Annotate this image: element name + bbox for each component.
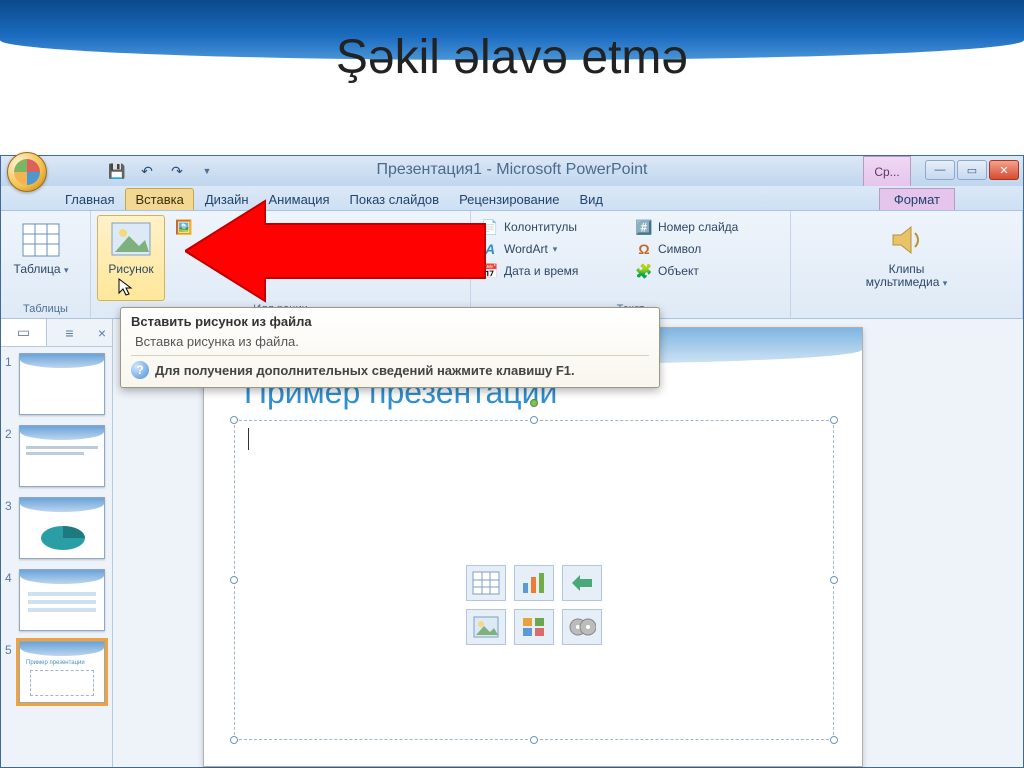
insert-table-icon[interactable] — [466, 565, 506, 601]
speaker-icon — [885, 220, 929, 260]
symbol-icon: Ω — [635, 240, 653, 258]
symbol-label: Символ — [658, 242, 701, 256]
insert-chart-icon[interactable] — [514, 565, 554, 601]
contextual-tab-label: Ср... — [863, 156, 911, 186]
media-clips-button[interactable]: Клипы мультимедиа ▾ — [852, 215, 962, 301]
picture-label: Рисунок — [108, 263, 153, 276]
slide-canvas[interactable]: Пример презентации — [203, 327, 863, 767]
presentation-title: Şəkil əlavə etmə — [0, 30, 1024, 85]
content-placeholder[interactable] — [234, 420, 834, 740]
ribbon-group-media: Клипы мультимедиа ▾ — [791, 211, 1023, 318]
table-button[interactable]: Таблица ▾ — [7, 215, 75, 301]
thumb-num-2: 2 — [5, 425, 15, 441]
help-icon: ? — [131, 361, 149, 379]
tab-format[interactable]: Формат — [879, 188, 955, 210]
tooltip-help-text: Для получения дополнительных сведений на… — [155, 363, 575, 378]
placeholder-insert-icons — [466, 565, 602, 645]
tooltip-body: Вставка рисунка из файла. — [131, 334, 649, 349]
thumb-num-1: 1 — [5, 353, 15, 369]
thumb-num-5: 5 — [5, 641, 15, 657]
presentation-header: Şəkil əlavə etmə — [0, 0, 1024, 155]
insert-smartart-icon[interactable] — [562, 565, 602, 601]
date-time-button[interactable]: 📅Дата и время — [477, 261, 627, 281]
thumbnail-4[interactable] — [19, 569, 105, 631]
thumbnail-list: 1 2 3 4 — [1, 347, 112, 709]
close-button[interactable]: ✕ — [989, 160, 1019, 180]
thumbnail-3[interactable] — [19, 497, 105, 559]
pane-tabs: ▭ ≡ × — [1, 319, 112, 347]
thumb-row-1[interactable]: 1 — [5, 353, 108, 415]
window-controls: — ▭ ✕ — [925, 160, 1019, 180]
ribbon-group-tables: Таблица ▾ Таблицы — [1, 211, 91, 318]
wordart-button[interactable]: AWordArt ▾ — [477, 239, 627, 259]
object-label: Объект — [658, 264, 699, 278]
group-label-media — [797, 301, 1016, 318]
insert-clipart-icon[interactable] — [514, 609, 554, 645]
text-caret — [248, 428, 249, 450]
titlebar: 💾 ↶ ↷ ▼ Презентация1 - Microsoft PowerPo… — [1, 156, 1023, 186]
thumbnail-2[interactable] — [19, 425, 105, 487]
object-icon: 🧩 — [635, 262, 653, 280]
picture-button[interactable]: Рисунок — [97, 215, 165, 301]
maximize-button[interactable]: ▭ — [957, 160, 987, 180]
thumbnail-1[interactable] — [19, 353, 105, 415]
date-time-label: Дата и время — [504, 264, 578, 278]
thumb-num-4: 4 — [5, 569, 15, 585]
tab-home[interactable]: Главная — [56, 189, 123, 210]
thumb-num-3: 3 — [5, 497, 15, 513]
thumbnail-5[interactable]: Пример презентации — [19, 641, 105, 703]
picture-icon — [109, 220, 153, 260]
ribbon: Таблица ▾ Таблицы Рисунок 🖼️ — [1, 211, 1023, 319]
tab-view[interactable]: Вид — [570, 189, 612, 210]
redo-icon[interactable]: ↷ — [165, 159, 189, 183]
tooltip-title: Вставить рисунок из файла — [131, 314, 649, 329]
tooltip-help-row: ? Для получения дополнительных сведений … — [131, 355, 649, 379]
minimize-button[interactable]: — — [925, 160, 955, 180]
undo-icon[interactable]: ↶ — [135, 159, 159, 183]
thumb-row-5[interactable]: 5 Пример презентации — [5, 641, 108, 703]
wordart-label: WordArt — [504, 242, 548, 256]
powerpoint-window: 💾 ↶ ↷ ▼ Презентация1 - Microsoft PowerPo… — [0, 155, 1024, 768]
insert-picture-icon[interactable] — [466, 609, 506, 645]
pane-close-icon[interactable]: × — [92, 319, 112, 346]
ribbon-group-text: 📄Колонтитулы AWordArt ▾ 📅Дата и время #️… — [471, 211, 791, 318]
qat-dropdown-icon[interactable]: ▼ — [195, 159, 219, 183]
cursor-icon — [117, 277, 133, 297]
insert-media-icon[interactable] — [562, 609, 602, 645]
callout-arrow — [185, 196, 495, 306]
symbol-button[interactable]: Ω Символ — [631, 239, 781, 259]
group-label-tables: Таблицы — [7, 301, 84, 318]
thumb-row-4[interactable]: 4 — [5, 569, 108, 631]
media-clips-label: Клипы мультимедиа — [866, 262, 940, 289]
table-icon — [19, 220, 63, 260]
slides-pane: ▭ ≡ × 1 2 3 — [1, 319, 113, 767]
quick-access-toolbar: 💾 ↶ ↷ ▼ — [105, 159, 219, 183]
tooltip: Вставить рисунок из файла Вставка рисунк… — [120, 307, 660, 388]
thumb-row-3[interactable]: 3 — [5, 497, 108, 559]
tab-insert[interactable]: Вставка — [125, 188, 193, 210]
slide-number-button[interactable]: #️⃣ Номер слайда — [631, 217, 781, 237]
slides-tab-icon[interactable]: ▭ — [1, 319, 47, 346]
header-footer-label: Колонтитулы — [504, 220, 577, 234]
header-footer-button[interactable]: 📄Колонтитулы — [477, 217, 627, 237]
table-label: Таблица — [14, 262, 61, 276]
outline-tab-icon[interactable]: ≡ — [47, 319, 92, 346]
object-button[interactable]: 🧩 Объект — [631, 261, 781, 281]
slide-number-label: Номер слайда — [658, 220, 738, 234]
save-icon[interactable]: 💾 — [105, 159, 129, 183]
ribbon-tabstrip: Главная Вставка Дизайн Анимация Показ сл… — [1, 186, 1023, 211]
thumb-row-2[interactable]: 2 — [5, 425, 108, 487]
slide-number-icon: #️⃣ — [635, 218, 653, 236]
office-button[interactable] — [7, 152, 47, 192]
